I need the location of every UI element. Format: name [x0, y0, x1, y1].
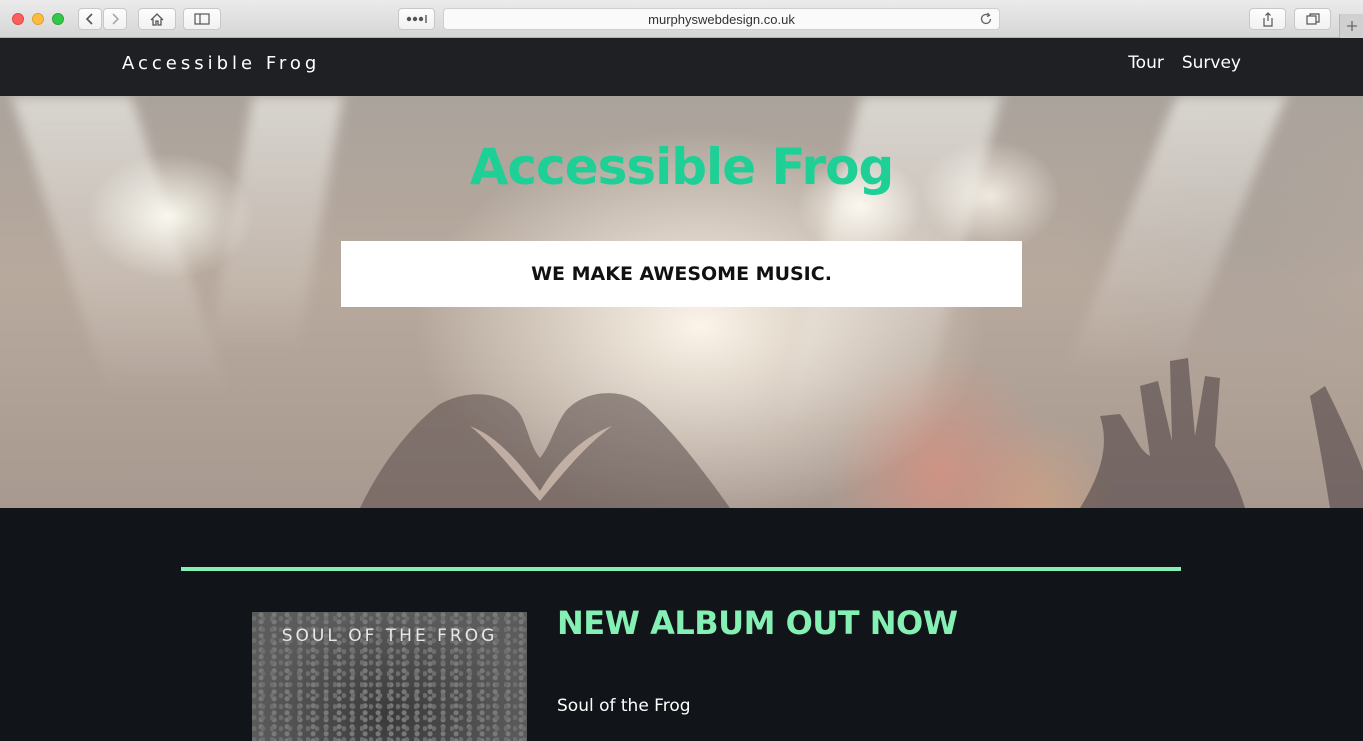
share-icon [1262, 11, 1273, 27]
hero-banner: Accessible Frog WE MAKE AWESOME MUSIC. [0, 96, 1363, 508]
album-cover-image: SOUL OF THE FROG [252, 612, 527, 741]
hero-title: Accessible Frog [469, 138, 895, 196]
browser-toolbar: murphyswebdesign.co.uk [0, 0, 1363, 38]
tabs-icon [1305, 13, 1320, 25]
chevron-left-icon [85, 13, 93, 25]
sidebar-icon [194, 13, 210, 25]
album-section: SOUL OF THE FROG NEW ALBUM OUT NOW Soul … [0, 508, 1363, 741]
album-cover-title: SOUL OF THE FROG [281, 626, 498, 646]
home-button[interactable] [138, 8, 176, 30]
address-bar[interactable]: murphyswebdesign.co.uk [443, 8, 1000, 30]
brand-logo[interactable]: Accessible Frog [122, 53, 320, 74]
minimize-window-button[interactable] [32, 13, 44, 25]
tagline-text: WE MAKE AWESOME MUSIC. [531, 263, 832, 285]
reader-options-button[interactable] [398, 8, 435, 30]
back-button[interactable] [78, 8, 102, 30]
new-tab-button[interactable] [1339, 14, 1363, 38]
album-heading: NEW ALBUM OUT NOW [557, 604, 958, 642]
plus-icon [1346, 21, 1357, 31]
more-icon [406, 15, 427, 23]
nav-link-tour[interactable]: Tour [1128, 53, 1164, 73]
tagline-box: WE MAKE AWESOME MUSIC. [341, 241, 1022, 307]
reload-button[interactable] [979, 12, 993, 29]
zoom-window-button[interactable] [52, 13, 64, 25]
show-tabs-button[interactable] [1294, 8, 1331, 30]
sidebar-button[interactable] [183, 8, 221, 30]
section-divider [181, 567, 1181, 571]
nav-links: Tour Survey [1128, 53, 1241, 73]
share-button[interactable] [1249, 8, 1286, 30]
site-navbar: Accessible Frog Tour Survey [0, 38, 1363, 96]
url-text: murphyswebdesign.co.uk [648, 11, 795, 27]
nav-link-survey[interactable]: Survey [1182, 53, 1241, 73]
chevron-right-icon [112, 13, 120, 25]
home-icon [150, 12, 164, 26]
close-window-button[interactable] [12, 13, 24, 25]
album-name: Soul of the Frog [557, 696, 691, 716]
reload-icon [980, 12, 992, 25]
forward-button[interactable] [103, 8, 127, 30]
